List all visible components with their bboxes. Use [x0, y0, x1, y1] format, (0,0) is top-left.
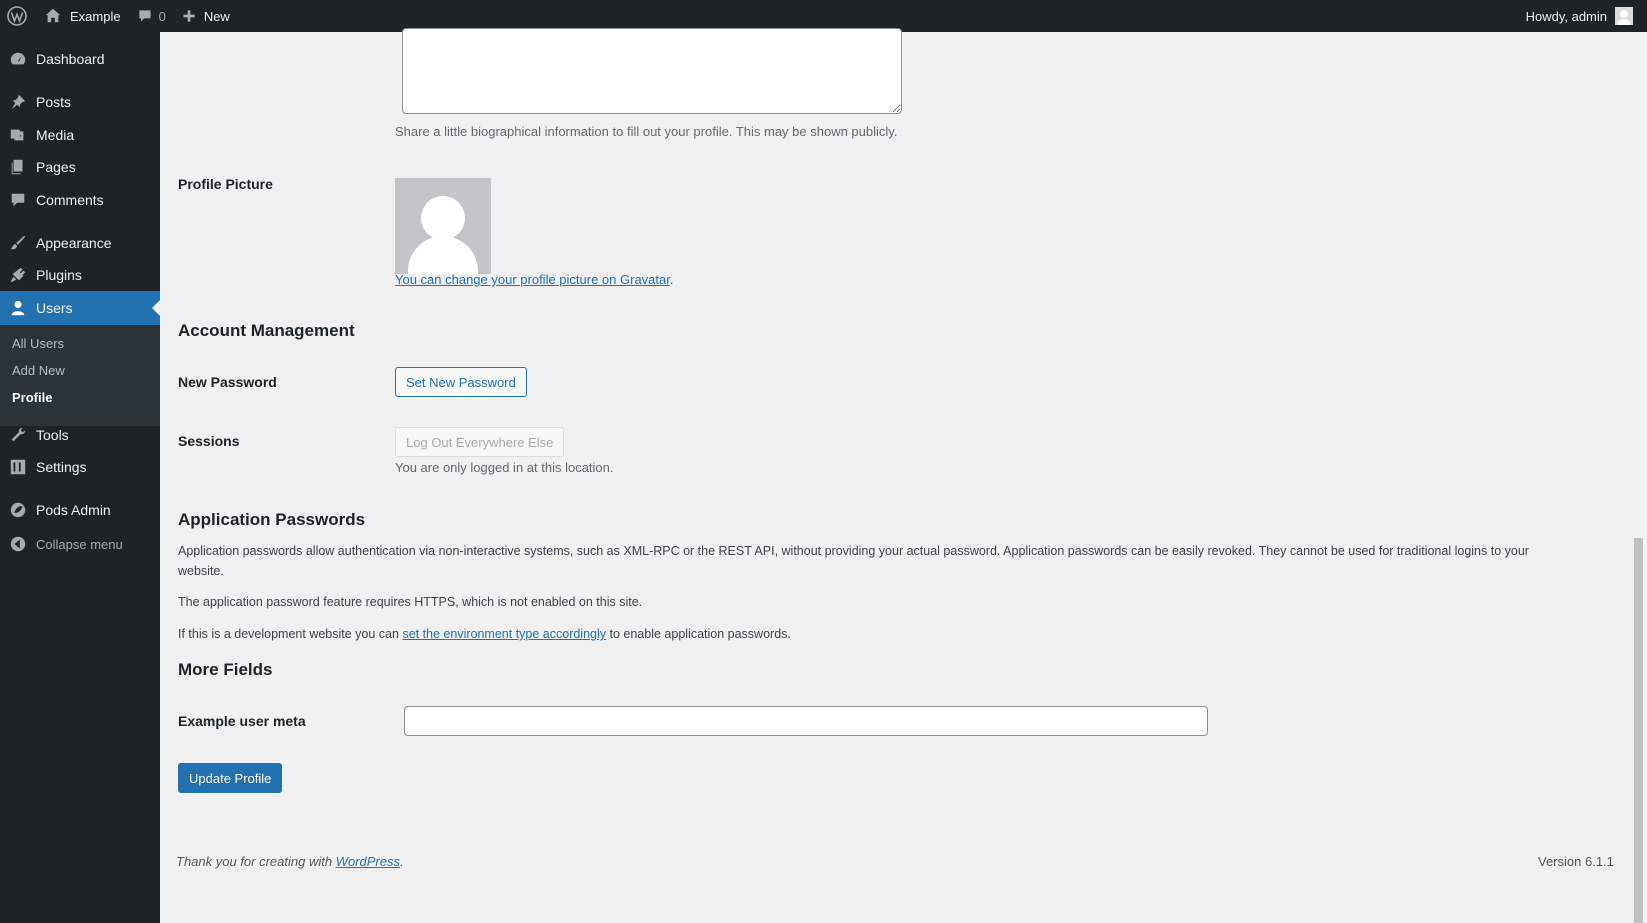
wrench-icon: [11, 427, 26, 442]
site-name: Example: [70, 8, 121, 24]
settings-icon: [10, 459, 26, 475]
main-content: Share a little biographical information …: [160, 28, 1630, 923]
new-label: New: [203, 8, 230, 24]
menu-label: Appearance: [36, 235, 112, 251]
wordpress-logo-icon[interactable]: [0, 0, 36, 32]
pin-icon: [11, 94, 26, 110]
menu-item-settings[interactable]: Settings: [0, 450, 160, 484]
environment-type-link[interactable]: set the environment type accordingly: [402, 627, 606, 641]
menu-label: Pods Admin: [36, 502, 111, 518]
collapse-arrow-icon: [10, 536, 26, 552]
biographical-info-textarea[interactable]: [402, 28, 902, 114]
comments-menu[interactable]: 0: [129, 0, 174, 32]
submenu-add-new[interactable]: Add New: [12, 363, 65, 378]
more-fields-heading: More Fields: [178, 660, 273, 679]
avatar: [395, 178, 491, 274]
my-account-menu[interactable]: Howdy, admin: [1526, 7, 1647, 25]
brush-icon: [10, 235, 26, 250]
avatar-icon: [1615, 7, 1633, 25]
page-scrollbar[interactable]: [1630, 32, 1647, 923]
admin-sidebar: Dashboard Posts Media Pages Comments App…: [0, 32, 160, 923]
media-icon: [10, 129, 24, 141]
user-icon: [11, 300, 25, 316]
menu-item-dashboard[interactable]: Dashboard: [0, 42, 160, 76]
new-content-menu[interactable]: New: [174, 0, 238, 32]
users-submenu: All Users Add New Profile: [0, 325, 160, 426]
footer-thanks: Thank you for creating with WordPress.: [176, 854, 404, 869]
profile-picture-label: Profile Picture: [178, 176, 273, 192]
collapse-menu-button[interactable]: Collapse menu: [0, 527, 160, 561]
gravatar-line: You can change your profile picture on G…: [395, 272, 674, 287]
gravatar-link[interactable]: You can change your profile picture on G…: [395, 272, 670, 287]
menu-item-pods-admin[interactable]: Pods Admin: [0, 493, 160, 527]
footer-version: Version 6.1.1: [1538, 854, 1614, 869]
plugin-icon: [10, 267, 26, 283]
example-user-meta-label: Example user meta: [178, 713, 306, 729]
menu-label: Settings: [36, 459, 87, 475]
wordpress-link[interactable]: WordPress: [336, 854, 400, 869]
menu-label: Posts: [36, 94, 72, 110]
menu-item-appearance[interactable]: Appearance: [0, 226, 160, 260]
howdy-text: Howdy, admin: [1525, 8, 1607, 24]
new-password-label: New Password: [178, 374, 277, 390]
pods-icon: [10, 502, 26, 518]
example-user-meta-input[interactable]: [404, 706, 1208, 736]
menu-label: Plugins: [36, 267, 82, 283]
sessions-label: Sessions: [178, 433, 240, 449]
plus-icon: [183, 10, 195, 22]
menu-label: Media: [36, 127, 75, 143]
https-required-notice: The application password feature require…: [178, 595, 643, 609]
menu-label: Comments: [36, 192, 104, 208]
menu-item-pages[interactable]: Pages: [0, 150, 160, 184]
development-notice: If this is a development website you can…: [178, 627, 791, 641]
bio-description: Share a little biographical information …: [395, 124, 898, 139]
submenu-all-users[interactable]: All Users: [12, 336, 64, 351]
site-name-menu[interactable]: Example: [36, 0, 129, 32]
menu-item-media[interactable]: Media: [0, 118, 160, 152]
update-profile-button[interactable]: Update Profile: [178, 763, 283, 793]
comment-icon: [11, 193, 25, 207]
set-new-password-button[interactable]: Set New Password: [395, 367, 527, 397]
menu-item-users[interactable]: Users: [0, 291, 160, 325]
submenu-profile[interactable]: Profile: [12, 390, 52, 405]
log-out-everywhere-button[interactable]: Log Out Everywhere Else: [395, 427, 565, 457]
collapse-label: Collapse menu: [36, 536, 123, 552]
comment-count: 0: [158, 8, 166, 24]
menu-item-posts[interactable]: Posts: [0, 85, 160, 119]
menu-label: Pages: [36, 159, 76, 175]
app-passwords-description-line2: website.: [178, 564, 224, 578]
comment-bubble-icon: [138, 10, 151, 22]
sessions-description: You are only logged in at this location.: [395, 460, 614, 475]
menu-label: Tools: [36, 427, 69, 443]
application-passwords-heading: Application Passwords: [178, 510, 366, 529]
dashboard-icon: [10, 52, 26, 65]
account-management-heading: Account Management: [178, 321, 355, 340]
scrollbar-thumb[interactable]: [1634, 538, 1643, 923]
menu-label: Dashboard: [36, 51, 105, 67]
home-icon: [45, 8, 61, 23]
menu-item-tools[interactable]: Tools: [0, 418, 160, 452]
pages-icon: [11, 159, 23, 175]
menu-item-comments[interactable]: Comments: [0, 183, 160, 217]
menu-item-plugins[interactable]: Plugins: [0, 258, 160, 292]
app-passwords-description-line1: Application passwords allow authenticati…: [178, 544, 1529, 558]
menu-label: Users: [36, 300, 73, 316]
